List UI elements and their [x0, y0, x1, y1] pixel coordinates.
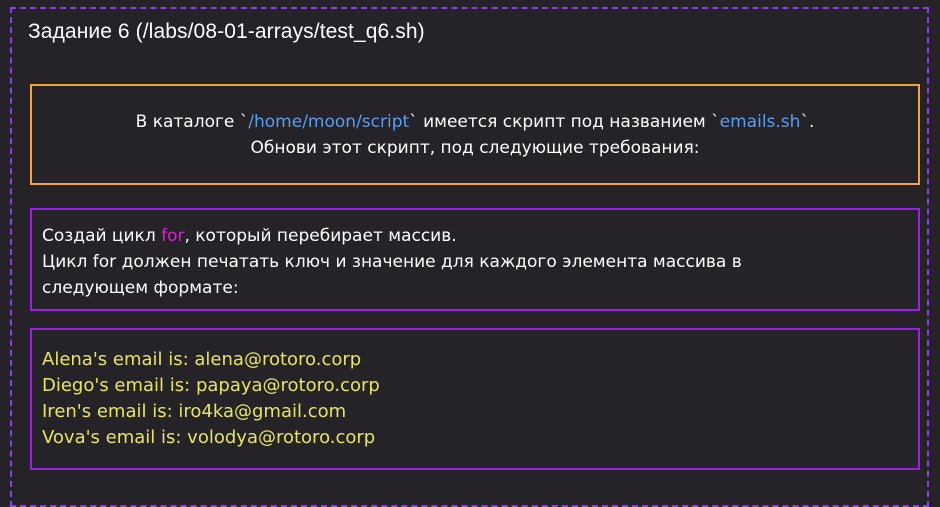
task-text-start: Создай цикл — [42, 226, 162, 246]
output-line: Vova's email is: volodya@rotoro.corp — [42, 427, 376, 448]
intro-text-end: `. — [800, 111, 815, 132]
intro-box: В каталоге `/home/moon/script` имеется с… — [30, 84, 920, 185]
task-text-end: , который перебирает массив. — [184, 226, 457, 246]
output-line: Iren's email is: iro4ka@gmail.com — [42, 401, 347, 422]
task-line-3: следующем формате: — [42, 278, 239, 298]
for-keyword: for — [161, 226, 185, 246]
intro-text-start: В каталоге ` — [135, 111, 249, 132]
output-line: Diego's email is: papaya@rotoro.corp — [42, 375, 380, 396]
task-title: Задание 6 (/labs/08-01-arrays/test_q6.sh… — [28, 20, 425, 43]
script-filename: emails.sh — [719, 111, 801, 132]
intro-line-1: В каталоге `/home/moon/script` имеется с… — [136, 109, 815, 135]
task-description-box: Создай цикл for, который перебирает масс… — [30, 208, 920, 311]
intro-text-middle: ` имеется скрипт под названием ` — [409, 111, 720, 132]
script-directory-path: /home/moon/script — [248, 111, 410, 132]
output-line: Alena's email is: alena@rotoro.corp — [42, 349, 362, 370]
intro-line-2: Обнови этот скрипт, под следующие требов… — [250, 137, 700, 158]
expected-output-box: Alena's email is: alena@rotoro.corp Dieg… — [30, 328, 920, 470]
task-line-2: Цикл for должен печатать ключ и значение… — [42, 252, 742, 272]
task-line-1: Создай цикл for, который перебирает масс… — [42, 223, 908, 249]
